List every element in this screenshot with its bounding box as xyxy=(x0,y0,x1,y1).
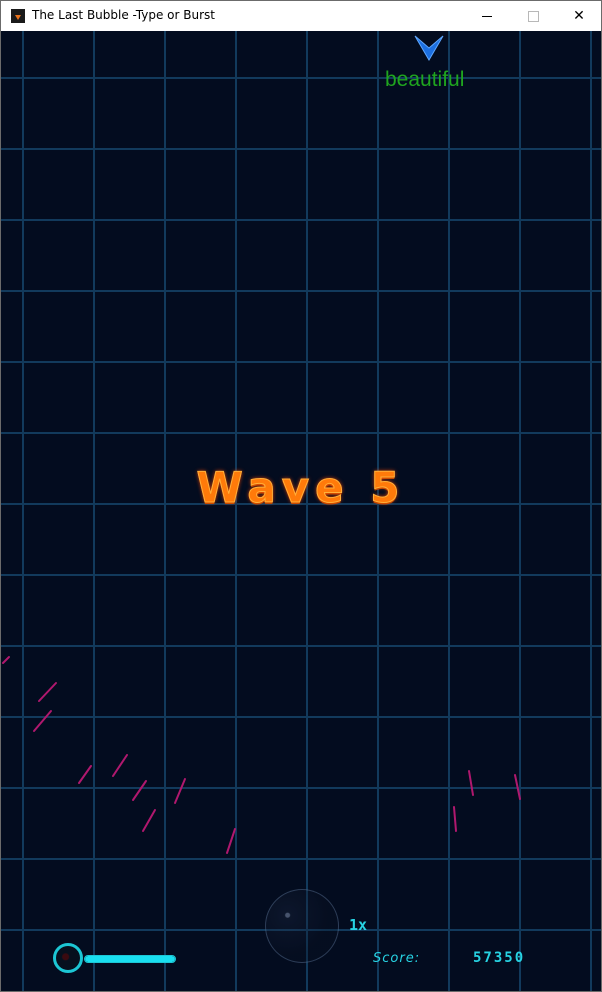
spark-particle xyxy=(38,682,57,702)
spark-particle xyxy=(2,656,10,664)
title-bar[interactable]: The Last Bubble -Type or Burst ✕ xyxy=(1,1,601,31)
spark-particle xyxy=(142,809,156,832)
spark-particle xyxy=(112,754,128,777)
spark-particle xyxy=(132,780,147,801)
minimize-icon xyxy=(482,15,492,17)
game-canvas[interactable]: beautiful Wave 5 1x Score: 57350 xyxy=(1,31,601,991)
wave-announcement: Wave 5 xyxy=(196,463,406,513)
maximize-icon xyxy=(527,10,539,22)
spark-particle xyxy=(468,770,474,796)
game-window: The Last Bubble -Type or Burst ✕ beautif… xyxy=(0,0,602,992)
score-label: Score: xyxy=(373,951,421,966)
app-icon xyxy=(11,9,25,23)
maximize-button[interactable] xyxy=(510,1,556,31)
close-icon: ✕ xyxy=(573,8,585,24)
enemy-ship-icon xyxy=(414,35,444,61)
spark-particle xyxy=(33,710,52,732)
window-title: The Last Bubble -Type or Burst xyxy=(32,8,215,22)
health-bar xyxy=(84,955,176,963)
spark-particle xyxy=(78,765,92,784)
spark-particle xyxy=(226,828,236,854)
spark-particle xyxy=(174,778,186,804)
minimize-button[interactable] xyxy=(464,1,510,31)
score-multiplier: 1x xyxy=(349,916,368,934)
health-bar-fill xyxy=(85,956,175,962)
player-bubble-icon xyxy=(53,943,83,973)
enemy-target-word: beautiful xyxy=(385,68,465,91)
score-value: 57350 xyxy=(473,950,526,966)
close-button[interactable]: ✕ xyxy=(556,1,602,31)
spark-particle xyxy=(453,806,457,832)
bubble-shield xyxy=(265,889,339,963)
